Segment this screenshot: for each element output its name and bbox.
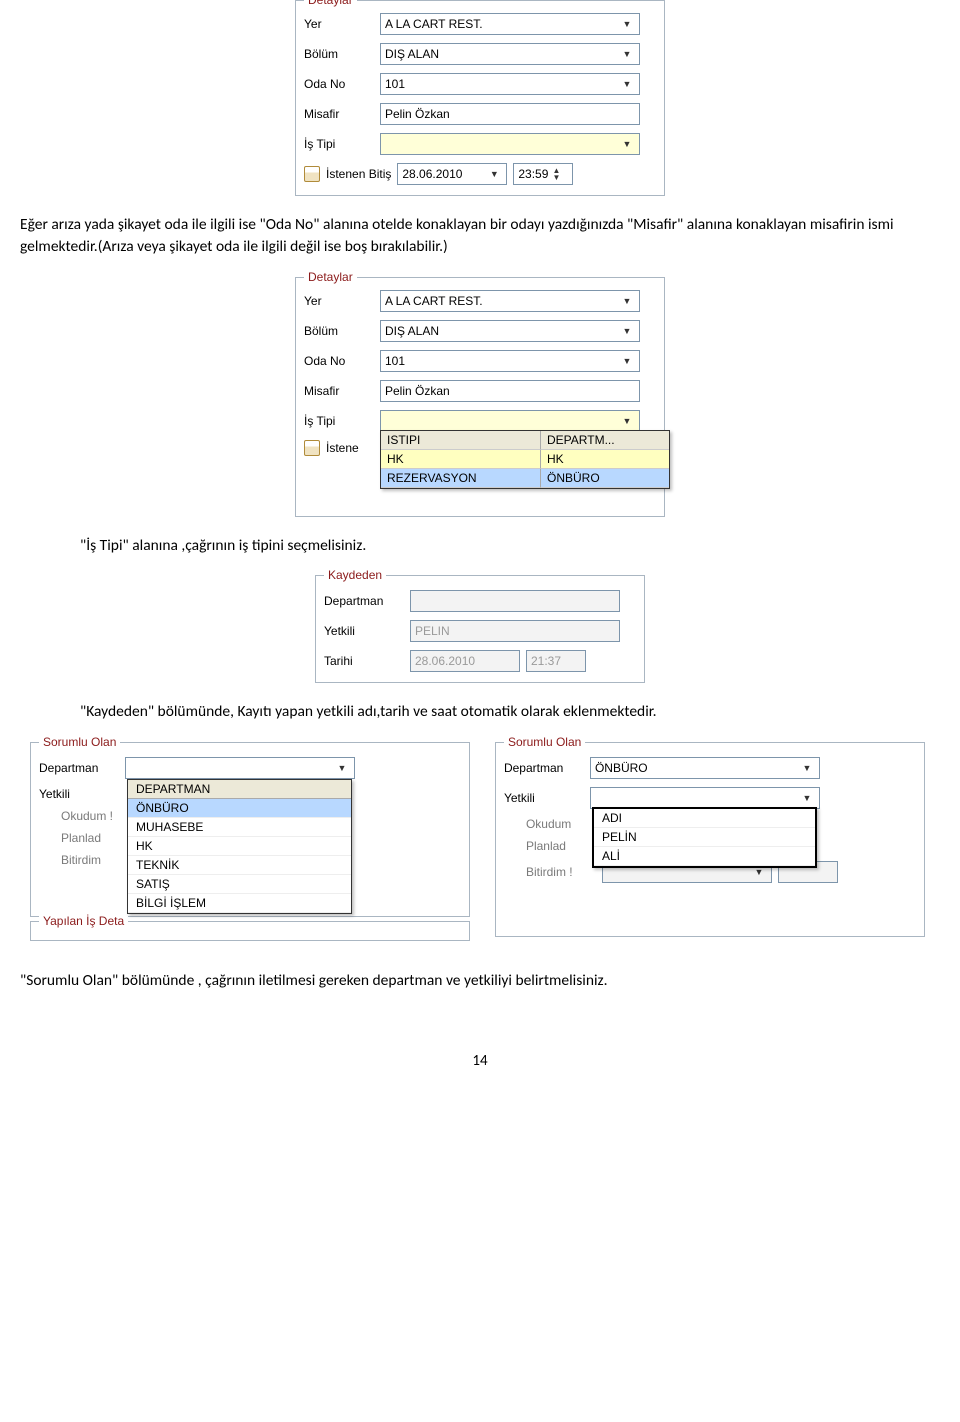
- oda-label: Oda No: [304, 77, 374, 91]
- planlad-label-l: Planlad: [61, 831, 121, 845]
- istenen-date[interactable]: 28.06.2010 ▼: [397, 163, 507, 185]
- dd-opt-teknik[interactable]: TEKNİK: [128, 856, 351, 875]
- yetkili-combo-r[interactable]: ▼: [590, 787, 820, 809]
- dd-header: DEPARTMAN: [128, 780, 351, 799]
- istipi-label: İş Tipi: [304, 137, 374, 151]
- chevron-down-icon: ▼: [799, 763, 815, 773]
- calendar-icon: [304, 166, 320, 182]
- dd-row-rezervasyon[interactable]: REZERVASYON ÖNBÜRO: [381, 469, 669, 488]
- oda-combo-2[interactable]: 101 ▼: [380, 350, 640, 372]
- dd-header-departman: DEPARTM...: [541, 431, 669, 450]
- istenen-time[interactable]: 23:59 ▲▼: [513, 163, 573, 185]
- departman-field: [410, 590, 620, 612]
- chevron-down-icon: ▼: [751, 867, 767, 877]
- oda-combo[interactable]: 101 ▼: [380, 73, 640, 95]
- chevron-down-icon: ▼: [619, 49, 635, 59]
- departman-dropdown[interactable]: DEPARTMAN ÖNBÜRO MUHASEBE HK TEKNİK SATI…: [127, 779, 352, 914]
- paragraph-2: "İş Tipi" alanına ,çağrının iş tipini se…: [80, 535, 940, 557]
- bolum-combo-2[interactable]: DIŞ ALAN ▼: [380, 320, 640, 342]
- page-number: 14: [20, 1052, 940, 1070]
- tarihi-time: 21:37: [526, 650, 586, 672]
- legend-detaylar-2: Detaylar: [304, 270, 357, 284]
- bolum-combo[interactable]: DIŞ ALAN ▼: [380, 43, 640, 65]
- bitirdim-label-l: Bitirdim: [61, 853, 121, 867]
- chevron-down-icon: ▼: [619, 326, 635, 336]
- dd-opt-adi[interactable]: ADI: [594, 809, 815, 828]
- chevron-down-icon: ▼: [619, 139, 635, 149]
- dd-opt-hk[interactable]: HK: [128, 837, 351, 856]
- misafir-label: Misafir: [304, 107, 374, 121]
- dd-opt-muhasebe[interactable]: MUHASEBE: [128, 818, 351, 837]
- planlad-label-r: Planlad: [526, 839, 586, 853]
- yetkili-field: PELIN: [410, 620, 620, 642]
- dd-opt-onburo[interactable]: ÖNBÜRO: [128, 799, 351, 818]
- dd-opt-pelin[interactable]: PELİN: [594, 828, 815, 847]
- chevron-down-icon: ▼: [486, 169, 502, 179]
- dd-opt-bilgi[interactable]: BİLGİ İŞLEM: [128, 894, 351, 913]
- legend-sorumlu-left: Sorumlu Olan: [39, 735, 120, 749]
- chevron-down-icon: ▼: [619, 356, 635, 366]
- chevron-down-icon: ▼: [619, 416, 635, 426]
- kaydeden-group: Kaydeden Departman Yetkili PELIN Tarihi …: [315, 575, 645, 683]
- misafir-label-2: Misafir: [304, 384, 374, 398]
- calendar-icon: [304, 440, 320, 456]
- sorumlu-right-group: Sorumlu Olan Departman ÖNBÜRO ▼ Yetkili …: [495, 742, 940, 952]
- spinner-icon: ▲▼: [548, 167, 564, 181]
- paragraph-4: "Sorumlu Olan" bölümünde , çağrının ilet…: [20, 970, 940, 992]
- paragraph-3: "Kaydeden" bölümünde, Kayıtı yapan yetki…: [80, 701, 940, 723]
- departman-combo-l[interactable]: ▼: [125, 757, 355, 779]
- departman-label: Departman: [324, 594, 404, 608]
- departman-label-r: Departman: [504, 761, 584, 775]
- dd-header-istipi: ISTIPI: [381, 431, 541, 450]
- yer-label: Yer: [304, 17, 374, 31]
- bolum-label: Bölüm: [304, 47, 374, 61]
- sorumlu-left-group: Sorumlu Olan Departman ▼ DEPARTMAN ÖNBÜR…: [30, 742, 485, 952]
- yer-combo-2[interactable]: A LA CART REST. ▼: [380, 290, 640, 312]
- legend-detaylar-1: Detaylar: [304, 0, 357, 7]
- chevron-down-icon: ▼: [619, 19, 635, 29]
- legend-kaydeden: Kaydeden: [324, 568, 386, 582]
- yer-label-2: Yer: [304, 294, 374, 308]
- yetkili-label-l: Yetkili: [39, 787, 119, 801]
- dd-opt-satis[interactable]: SATIŞ: [128, 875, 351, 894]
- oda-label-2: Oda No: [304, 354, 374, 368]
- yetkili-label-r: Yetkili: [504, 791, 584, 805]
- legend-sorumlu-right: Sorumlu Olan: [504, 735, 585, 749]
- okudum-label-r: Okudum: [526, 817, 586, 831]
- chevron-down-icon: ▼: [619, 79, 635, 89]
- yetkili-dropdown[interactable]: ADI PELİN ALİ: [592, 807, 817, 868]
- istipi-combo[interactable]: ▼: [380, 133, 640, 155]
- dd-row-hk[interactable]: HK HK: [381, 450, 669, 469]
- dd-opt-ali[interactable]: ALİ: [594, 847, 815, 866]
- istenen-label: İstenen Bitiş: [326, 167, 391, 181]
- tarihi-label: Tarihi: [324, 654, 404, 668]
- legend-yapilan: Yapılan İş Deta: [39, 914, 128, 928]
- yer-combo[interactable]: A LA CART REST. ▼: [380, 13, 640, 35]
- chevron-down-icon: ▼: [799, 793, 815, 803]
- istene-label: İstene: [326, 441, 359, 455]
- yetkili-label: Yetkili: [324, 624, 404, 638]
- departman-label-l: Departman: [39, 761, 119, 775]
- tarihi-date: 28.06.2010: [410, 650, 520, 672]
- chevron-down-icon: ▼: [334, 763, 350, 773]
- istipi-combo-2[interactable]: ▼: [380, 410, 640, 432]
- istipi-dropdown[interactable]: ISTIPI DEPARTM... HK HK REZERVASYON ÖNBÜ…: [380, 430, 670, 489]
- detaylar-group-2: Detaylar Yer A LA CART REST. ▼ Bölüm DIŞ…: [295, 277, 665, 517]
- paragraph-1: Eğer arıza yada şikayet oda ile ilgili i…: [20, 214, 940, 259]
- misafir-field-2[interactable]: Pelin Özkan: [380, 380, 640, 402]
- departman-combo-r[interactable]: ÖNBÜRO ▼: [590, 757, 820, 779]
- bitirdim-label-r: Bitirdim !: [526, 865, 596, 879]
- istipi-label-2: İş Tipi: [304, 414, 374, 428]
- okudum-label-l: Okudum !: [61, 809, 121, 823]
- detaylar-group-1: Detaylar Yer A LA CART REST. ▼ Bölüm DIŞ…: [295, 0, 665, 196]
- misafir-field[interactable]: Pelin Özkan: [380, 103, 640, 125]
- bolum-label-2: Bölüm: [304, 324, 374, 338]
- chevron-down-icon: ▼: [619, 296, 635, 306]
